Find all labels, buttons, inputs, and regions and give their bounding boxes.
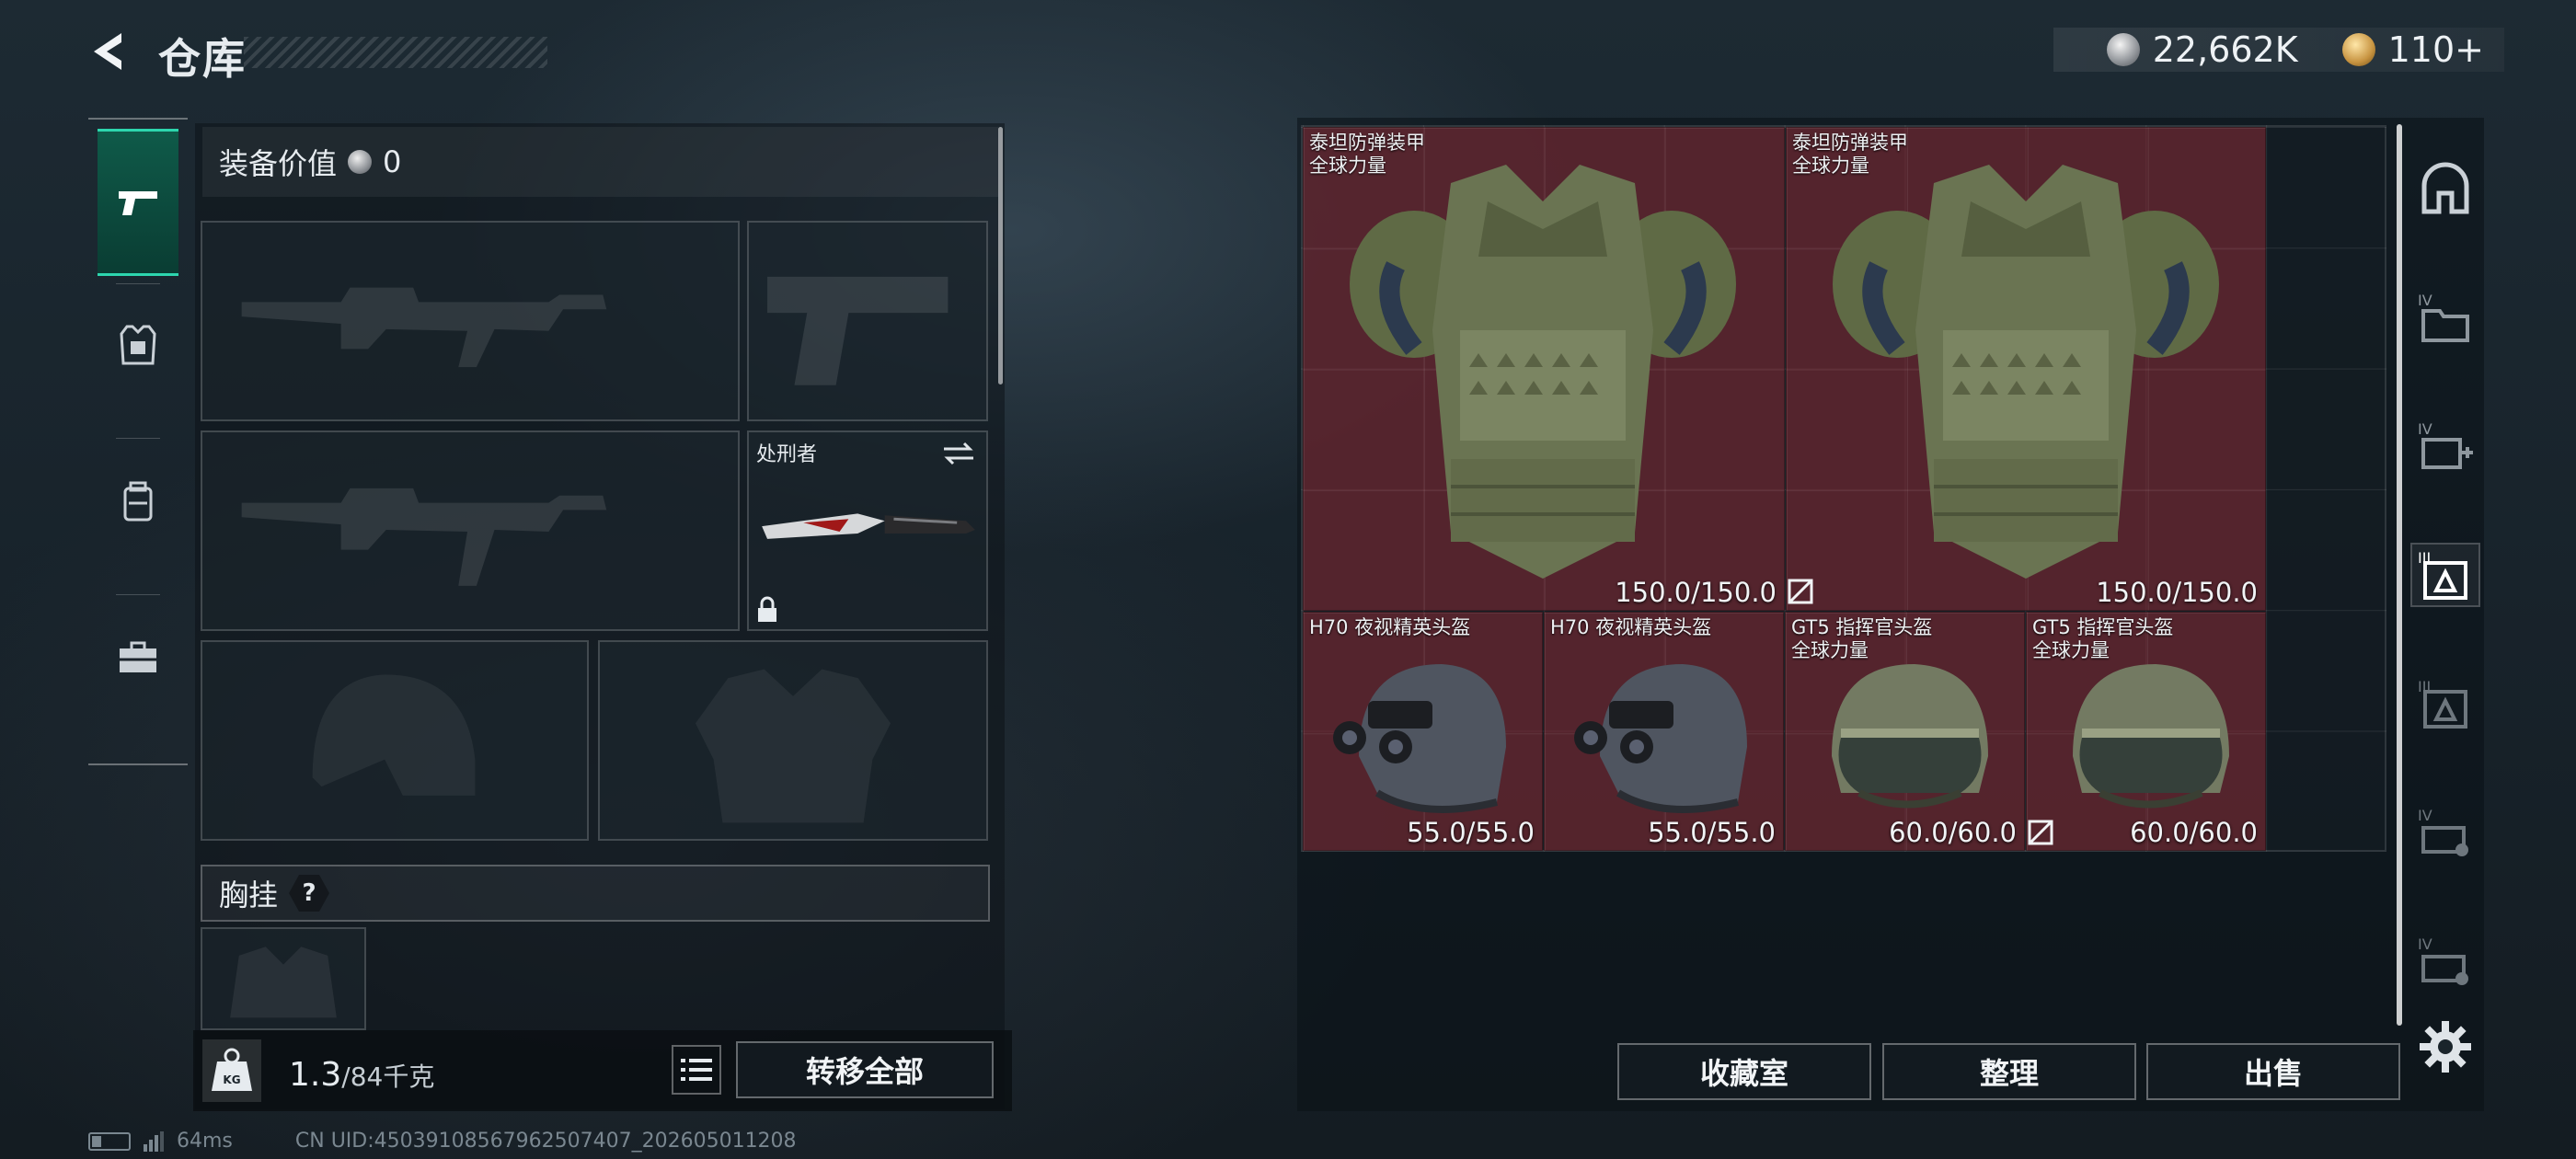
no-repair-icon [2028, 820, 2053, 845]
body-armor-slot[interactable] [598, 640, 988, 841]
equipment-value-label: 装备价值 [219, 146, 338, 181]
weight-max: /84千克 [341, 1061, 435, 1092]
titan-armor-image [1350, 165, 1736, 579]
title-decoration [244, 37, 547, 68]
uid-text: CN UID:450391085679625074​07_20260501120… [294, 1130, 797, 1153]
helmet-silhouette-icon [312, 674, 476, 796]
weight-kg-icon: KG [202, 1039, 261, 1102]
backpack-icon[interactable] [2410, 156, 2480, 221]
stash-item-helmet-h70-1[interactable]: H70 夜视精英头盔 55.0/55.0 [1303, 612, 1543, 851]
stash-item-helmet-gt5-2[interactable]: GT5 指挥官头盔 全球力量 60.0/60.0 [2026, 612, 2266, 851]
rifle-silhouette-icon [241, 488, 607, 586]
item-durability: 55.0/55.0 [1407, 817, 1535, 848]
pistol-icon [119, 191, 157, 215]
silver-coin-icon [2106, 33, 2140, 66]
collection-room-button[interactable]: 收藏室 [1617, 1043, 1871, 1100]
chest-rig-label: 胸挂 [219, 878, 279, 912]
item-name: H70 夜视精英头盔 [1309, 616, 1471, 638]
equipment-value: 0 [383, 144, 402, 179]
h70-helmet-image [1574, 664, 1747, 813]
melee-slot[interactable]: 处刑者 [747, 430, 988, 631]
stash-item-armor-1[interactable]: 泰坦防弹装甲 全球力量 150.0/150.0 [1303, 127, 1785, 611]
list-icon [681, 1059, 712, 1081]
stash-item-helmet-h70-2[interactable]: H70 夜视精英头盔 55.0/55.0 [1544, 612, 1784, 851]
svg-text:IV: IV [2418, 807, 2432, 824]
item-subname: 全球力量 [2032, 639, 2110, 661]
tab-weapons[interactable] [98, 129, 178, 276]
backpack-tab-icon [123, 481, 153, 522]
svg-text:KG: KG [223, 1073, 240, 1086]
tab-armor[interactable] [98, 294, 178, 396]
armor-iii-dim-icon[interactable]: III [2410, 671, 2480, 736]
sell-button[interactable]: 出售 [2146, 1043, 2400, 1100]
item-subname: 全球力量 [1792, 155, 1869, 177]
medkit-iv-icon[interactable]: IV [2410, 414, 2480, 478]
titan-armor-image [1833, 165, 2219, 579]
item-durability: 55.0/55.0 [1648, 817, 1776, 848]
item-name: 泰坦防弹装甲 [1309, 132, 1425, 154]
svg-text:IV: IV [2418, 420, 2432, 438]
chest-rig-silhouette-icon [230, 947, 337, 1018]
left-category-tabs [88, 118, 188, 765]
back-icon[interactable] [85, 28, 132, 75]
gear-icon[interactable] [2418, 1019, 2473, 1074]
svg-text:IV: IV [2418, 935, 2432, 953]
gt5-helmet-image [1832, 664, 1988, 809]
item-durability: 150.0/150.0 [2096, 577, 2258, 608]
tab-case[interactable] [98, 607, 178, 708]
item-name: GT5 指挥官头盔 [2032, 616, 2174, 638]
gt5-helmet-image [2073, 664, 2229, 809]
gold-currency-value[interactable]: 110+ [2388, 29, 2484, 70]
status-bar: 64ms CN UID:450391085679625074​07_202605… [88, 1130, 797, 1153]
pistol-silhouette-icon [767, 276, 949, 385]
item-durability: 150.0/150.0 [1615, 577, 1777, 608]
rifle-silhouette-icon [241, 287, 607, 368]
knife-image [762, 513, 975, 539]
stash-item-armor-2[interactable]: 泰坦防弹装甲 全球力量 150.0/150.0 [1786, 127, 2266, 611]
armor-iii-icon[interactable]: III [2410, 543, 2480, 607]
briefcase-icon [120, 641, 156, 672]
transfer-all-button[interactable]: 转移全部 [736, 1041, 994, 1098]
h70-helmet-image [1333, 664, 1506, 813]
helmet-slot[interactable] [201, 640, 589, 841]
case-iv-icon[interactable]: IV [2410, 800, 2480, 865]
weight-current: 1.3 [289, 1056, 342, 1094]
help-icon[interactable]: ? [289, 875, 330, 912]
equipment-value-header: 装备价值 0 [202, 127, 998, 197]
primary-weapon-slot-2[interactable] [201, 430, 740, 631]
gold-coin-icon [2341, 33, 2375, 66]
lock-icon [758, 596, 776, 622]
no-repair-icon [1788, 579, 1813, 604]
silver-coin-icon [348, 150, 373, 174]
sort-button[interactable]: 整理 [1882, 1043, 2136, 1100]
signal-icon [144, 1130, 164, 1152]
weight-display: 1.3/84千克 [289, 1056, 434, 1094]
svg-text:IV: IV [2418, 292, 2432, 309]
primary-weapon-slot-1[interactable] [201, 221, 740, 421]
item-durability: 60.0/60.0 [1889, 817, 2017, 848]
chest-rig-slot[interactable] [201, 927, 366, 1030]
tab-backpack[interactable] [98, 451, 178, 552]
case-iv-2-icon[interactable]: IV [2410, 929, 2480, 993]
item-subname: 全球力量 [1309, 155, 1386, 177]
armor-vest-icon [120, 325, 156, 365]
item-subname: 全球力量 [1791, 639, 1869, 661]
pistol-slot[interactable] [747, 221, 988, 421]
equipment-scrollbar[interactable] [998, 127, 1003, 384]
stash-item-helmet-gt5-1[interactable]: GT5 指挥官头盔 全球力量 60.0/60.0 [1785, 612, 2025, 851]
item-name: GT5 指挥官头盔 [1791, 616, 1933, 638]
currency-bar: 22,662K 110+ [2053, 28, 2504, 72]
stash-scrollbar[interactable] [2397, 124, 2402, 1026]
item-durability: 60.0/60.0 [2130, 817, 2258, 848]
ping-value: 64ms [177, 1130, 233, 1153]
page-title: 仓库 [158, 34, 247, 84]
folder-iv-icon[interactable]: IV [2410, 285, 2480, 350]
item-name: H70 夜视精英头盔 [1550, 616, 1712, 638]
silver-currency-value: 22,662K [2152, 29, 2298, 70]
battery-icon [88, 1131, 131, 1151]
chest-rig-header: 胸挂 ? [201, 865, 990, 922]
armor-silhouette-icon [695, 669, 891, 823]
item-name: 泰坦防弹装甲 [1792, 132, 1908, 154]
list-view-button[interactable] [672, 1045, 721, 1095]
